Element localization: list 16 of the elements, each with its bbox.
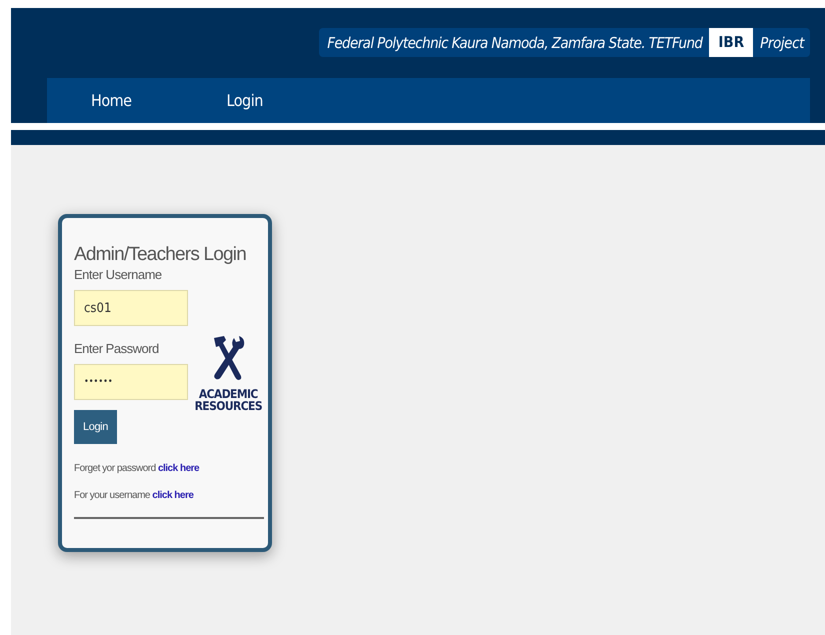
site-title: Federal Polytechnic Kaura Namoda, Zamfara State. TETFund: [327, 34, 702, 52]
login-button[interactable]: Login: [74, 410, 117, 444]
logo-text: ACADEMIC RESOURCES: [194, 388, 262, 412]
project-label: Project: [760, 34, 804, 52]
help-text: Forget yor password click here: [74, 463, 200, 474]
help-link[interactable]: click here: [158, 463, 200, 474]
nav-link[interactable]: Home: [91, 91, 132, 110]
ibr-badge: IBR: [709, 28, 754, 57]
help-link[interactable]: click here: [152, 490, 194, 501]
help-text: For your username click here: [74, 490, 194, 501]
nav-link[interactable]: Login: [226, 91, 263, 110]
username-label: Enter Username: [74, 267, 162, 282]
password-label: Enter Password: [74, 341, 159, 356]
username-field[interactable]: cs01: [74, 290, 188, 326]
password-field[interactable]: ••••••: [74, 364, 188, 400]
login-heading: Admin/Teachers Login: [74, 244, 246, 266]
